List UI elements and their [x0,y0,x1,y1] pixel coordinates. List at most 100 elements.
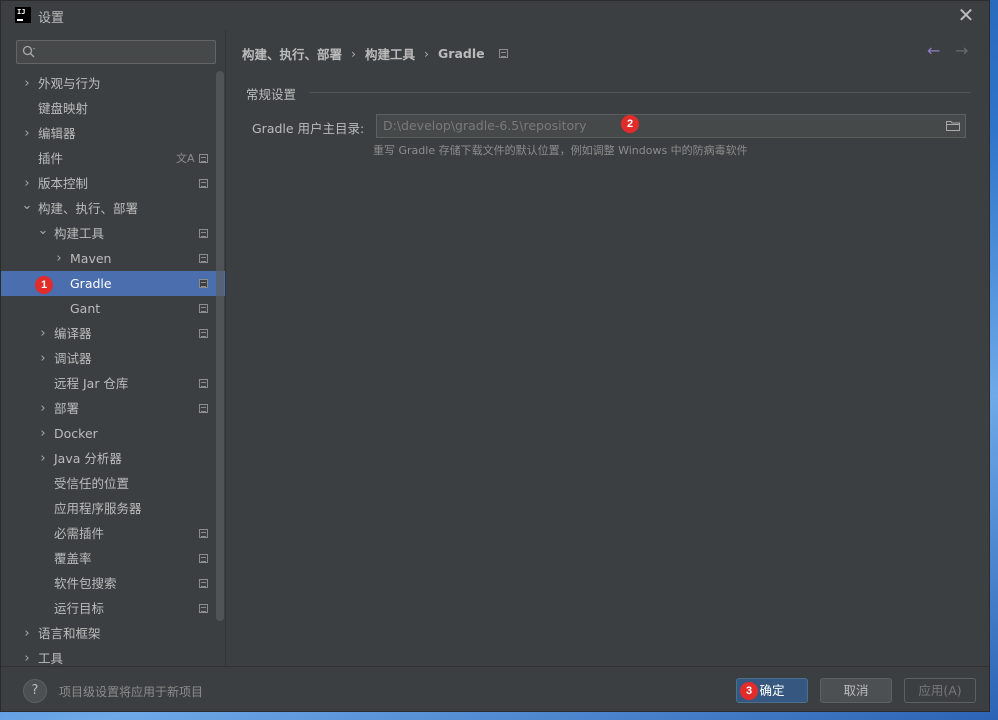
project-level-icon [199,329,208,338]
sidebar-item-label: 部署 [54,401,80,416]
chevron-right-icon[interactable]: › [37,346,49,371]
sidebar-item-label: 编辑器 [38,126,76,141]
sidebar-item-label: 外观与行为 [38,76,101,91]
sidebar-item[interactable]: 受信任的位置 [1,471,225,496]
sidebar-item-label: 远程 Jar 仓库 [54,376,129,391]
chevron-right-icon[interactable]: › [37,396,49,421]
section-title: 常规设置 [246,87,297,102]
sidebar-item-label: Docker [54,426,98,441]
sidebar-item-label: 必需插件 [54,526,105,541]
sidebar-item[interactable]: Gant [1,296,225,321]
sidebar-item[interactable]: 插件 文A [1,146,225,171]
annotation-badge-3: 3 [740,682,758,700]
project-level-icon [199,604,208,613]
sidebar-item[interactable]: › Java 分析器 [1,446,225,471]
search-icon [22,45,35,58]
sidebar-item[interactable]: › Docker [1,421,225,446]
sidebar-item-label: Maven [70,251,112,266]
project-level-icon [199,254,208,263]
sidebar-item[interactable]: › 编辑器 [1,121,225,146]
sidebar-item-label: 构建工具 [54,226,105,241]
chevron-right-icon[interactable]: › [21,621,33,646]
breadcrumb-item[interactable]: 构建工具 [365,44,415,63]
folder-browse-icon[interactable] [946,120,960,131]
sidebar-item[interactable]: › 外观与行为 [1,71,225,96]
chevron-right-icon[interactable]: › [37,421,49,446]
sidebar-item-label: 语言和框架 [38,626,101,641]
sidebar-item-label: Gant [70,301,101,316]
help-button[interactable]: ? [23,679,47,703]
project-level-icon [199,154,208,163]
sidebar-item-label: 编译器 [54,326,92,341]
footer-note: 项目级设置将应用于新项目 [59,685,204,699]
chevron-right-icon[interactable]: › [53,246,65,271]
sidebar-scrollbar[interactable] [216,71,224,621]
breadcrumb-separator-icon: › [351,46,357,61]
chevron-down-icon[interactable]: ⌄ [37,218,49,243]
close-icon[interactable]: ✕ [953,3,979,29]
sidebar-item[interactable]: 必需插件 [1,521,225,546]
sidebar-item[interactable]: › 版本控制 [1,171,225,196]
sidebar-item-label: 覆盖率 [54,551,92,566]
sidebar-item[interactable]: ⌄ 构建工具 [1,218,225,246]
sidebar-item[interactable]: 覆盖率 [1,546,225,571]
breadcrumb-item[interactable]: 构建、执行、部署 [242,44,342,63]
settings-tree: › 外观与行为 键盘映射 › 编辑器 插件 文A › 版本控制 ⌄ 构建、执行、部署 ⌄ 构建工具 › Ma… [1,71,225,666]
settings-content: 构建、执行、部署 › 构建工具 › Gradle ← → 常规设置 Gradle… [226,30,989,666]
sidebar-item-label: 插件 [38,151,64,166]
gradle-home-field[interactable]: D:\develop\gradle-6.5\repository [376,114,966,138]
project-level-icon [199,579,208,588]
sidebar-item-label: 工具 [38,651,64,666]
search-input[interactable] [16,40,216,64]
project-level-icon [199,179,208,188]
chevron-down-icon[interactable]: ⌄ [21,193,33,218]
project-level-icon [199,529,208,538]
chevron-right-icon[interactable]: › [21,121,33,146]
project-level-icon [498,49,508,58]
sidebar-item-label: 运行目标 [54,601,105,616]
sidebar-item[interactable]: 运行目标 [1,596,225,621]
section-divider [310,92,970,93]
forward-arrow-icon[interactable]: → [955,41,968,60]
title-bar: IJ 设置 ✕ [1,1,989,30]
sidebar-item[interactable]: 键盘映射 [1,96,225,121]
sidebar-item-label: Gradle [70,276,112,291]
project-level-icon [199,304,208,313]
sidebar-item[interactable]: 软件包搜索 [1,571,225,596]
chevron-right-icon[interactable]: › [21,71,33,96]
sidebar-item[interactable]: › 调试器 [1,346,225,371]
project-level-icon [199,404,208,413]
project-level-icon [199,379,208,388]
gradle-home-hint: 重写 Gradle 存储下载文件的默认位置，例如调整 Windows 中的防病毒… [373,144,748,157]
project-level-icon [199,229,208,238]
sidebar-item-label: 受信任的位置 [54,476,130,491]
chevron-right-icon[interactable]: › [21,646,33,666]
sidebar-item[interactable]: 远程 Jar 仓库 [1,371,225,396]
settings-sidebar: › 外观与行为 键盘映射 › 编辑器 插件 文A › 版本控制 ⌄ 构建、执行、部署 ⌄ 构建工具 › Ma… [1,30,226,666]
chevron-right-icon[interactable]: › [37,446,49,471]
sidebar-item[interactable]: › 编译器 [1,321,225,346]
gradle-home-label: Gradle 用户主目录: [252,121,365,136]
cancel-button[interactable]: 取消 [820,678,892,703]
sidebar-item[interactable]: ⌄ 构建、执行、部署 [1,193,225,221]
sidebar-item-label: 软件包搜索 [54,576,117,591]
sidebar-item[interactable]: › 语言和框架 [1,621,225,646]
sidebar-item-label: 调试器 [54,351,92,366]
apply-button[interactable]: 应用(A) [904,678,976,703]
translate-icon: 文A [176,152,195,165]
sidebar-item[interactable]: › 工具 [1,646,225,666]
sidebar-item[interactable]: › 部署 [1,396,225,421]
sidebar-item-label: 版本控制 [38,176,89,191]
sidebar-item-label: 键盘映射 [38,101,89,116]
chevron-right-icon[interactable]: › [37,321,49,346]
back-arrow-icon[interactable]: ← [927,41,940,60]
project-level-icon [199,554,208,563]
sidebar-item[interactable]: › Maven [1,246,225,271]
window-title: 设置 [38,11,65,26]
sidebar-item-label: 应用程序服务器 [54,501,142,516]
annotation-badge-2: 2 [621,115,639,133]
breadcrumb-item-current: Gradle [438,46,485,61]
breadcrumb: 构建、执行、部署 › 构建工具 › Gradle [242,44,508,63]
sidebar-item[interactable]: 应用程序服务器 [1,496,225,521]
settings-dialog: IJ 设置 ✕ › 外观与行为 键盘映射 › 编辑器 插件 文A › 版本控制 ⌄ 构建、执行、部署… [0,0,990,712]
